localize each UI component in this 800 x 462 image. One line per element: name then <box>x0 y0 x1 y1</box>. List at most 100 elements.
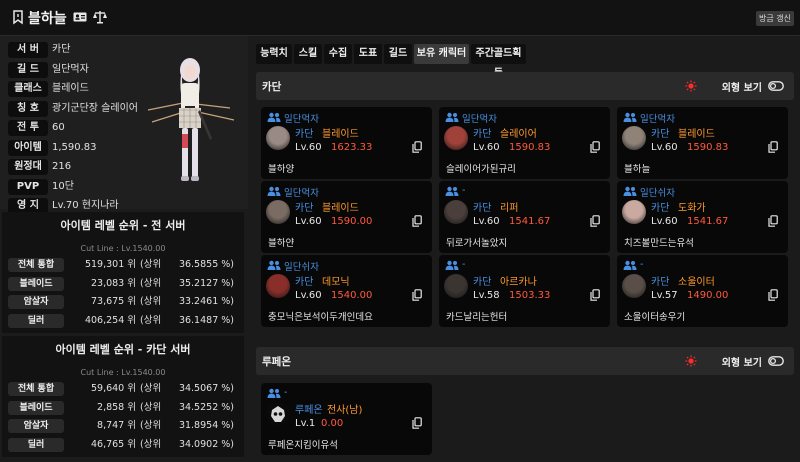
appearance-toggle-switch[interactable] <box>768 356 784 366</box>
appearance-toggle-label: 외형 보기 <box>721 83 762 94</box>
copy-icon[interactable] <box>412 141 422 153</box>
copy-icon[interactable] <box>768 141 778 153</box>
ranking-percentile: 34.0902 %) <box>178 438 234 450</box>
character-server: 카단 <box>295 129 314 140</box>
refresh-button[interactable]: 방금 갱신 <box>756 11 794 26</box>
tab-0[interactable]: 능력치 <box>256 44 292 64</box>
avatar <box>444 274 468 298</box>
ranking-top-label: (상위 <box>140 296 162 307</box>
guild-users-icon <box>623 260 637 270</box>
ranking-position: 406,254 위 <box>84 314 136 326</box>
ranking-category-label: 암살자 <box>8 419 64 433</box>
ranking-percentile: 36.1487 %) <box>178 314 234 326</box>
copy-icon[interactable] <box>768 289 778 301</box>
character-card[interactable]: 일단먹자 카단 슬레이어 Lv.60 1590.83 슬레이어가된규리 <box>439 107 610 179</box>
ranking-position: 59,640 위 <box>90 383 136 394</box>
guild-users-icon <box>267 388 281 398</box>
character-item-level: 1590.83 <box>509 142 551 153</box>
appearance-toggle-label: 외형 보기 <box>721 358 762 369</box>
guild-users-icon <box>445 186 459 196</box>
character-nickname: 슬레이어가된규리 <box>446 164 516 175</box>
appearance-toggle-switch[interactable] <box>768 81 784 91</box>
character-name: 블하늘 <box>28 11 67 27</box>
copy-icon[interactable] <box>768 215 778 227</box>
character-nickname: 카드날리는헌터 <box>446 312 508 323</box>
copy-icon[interactable] <box>590 289 600 301</box>
ranking-top-label: (상위 <box>140 277 162 289</box>
ranking-position: 46,765 위 <box>90 438 136 450</box>
guild-users-icon <box>267 186 281 196</box>
ranking-row: 암살자 8,747 위 (상위 31.8954 %) <box>8 419 242 433</box>
character-item-level: 1541.67 <box>687 216 729 227</box>
ranking-top-label: (상위 <box>140 383 162 394</box>
ranking-title: 아이템 레벨 순위 - 전 서버 <box>60 219 186 232</box>
character-nickname: 치즈볼만드는유석 <box>624 238 694 249</box>
guild-name: - <box>462 185 466 196</box>
character-nickname: 충모닉은보석이두개인데요 <box>268 312 373 323</box>
avatar <box>266 200 290 224</box>
ranking-row: 전체 통합 59,640 위 (상위 34.5067 %) <box>8 382 242 396</box>
ranking-title: 아이템 레벨 순위 - 카단 서버 <box>55 343 191 356</box>
character-level: Lv.1 <box>295 418 316 429</box>
ranking-position: 73,675 위 <box>90 296 136 307</box>
profile-label: 아이템 <box>8 139 48 156</box>
tab-5[interactable]: 보유 캐릭터 <box>414 44 469 64</box>
character-card[interactable]: 일단쉬자 카단 도화가 Lv.60 1541.67 치즈볼만드는유석 <box>617 181 788 253</box>
guild-name: 일단먹자 <box>284 114 319 125</box>
guild-name: 일단먹자 <box>284 188 319 199</box>
tab-3[interactable]: 도표 <box>354 44 382 64</box>
character-card[interactable]: - 카단 리퍼 Lv.60 1541.67 뒤로가서놀았지 <box>439 181 610 253</box>
character-card[interactable]: 일단먹자 카단 블레이드 Lv.60 1590.83 블하늘 <box>617 107 788 179</box>
copy-icon[interactable] <box>412 417 422 429</box>
character-class: 데모닉 <box>322 277 350 288</box>
ranking-row: 전체 통합 519,301 위 (상위 36.5855 %) <box>8 258 242 272</box>
guild-users-icon <box>267 112 281 122</box>
app-root: 블하늘 방금 갱신 서 버 카단 길 드 일단먹자 클래스 블레이드 칭 호 광기군단장 슬레… <box>0 0 800 462</box>
character-card[interactable]: - 카단 아르카나 Lv.58 1503.33 카드날리는헌터 <box>439 255 610 327</box>
character-server: 카단 <box>295 277 314 288</box>
copy-icon[interactable] <box>412 215 422 227</box>
character-card[interactable]: 일단먹자 카단 블레이드 Lv.60 1590.00 블하얀 <box>261 181 432 253</box>
character-server: 루페온 <box>295 405 323 416</box>
copy-icon[interactable] <box>590 141 600 153</box>
profile-value: 블레이드 <box>52 83 89 94</box>
profile-value: 216 <box>52 161 72 172</box>
profile-label: 서 버 <box>8 42 48 58</box>
character-card[interactable]: - 루페온 전사(남) Lv.1 0.00 루페온지킴이유석 <box>261 383 432 455</box>
balance-scale-icon[interactable] <box>92 9 108 25</box>
tab-1[interactable]: 스킬 <box>294 44 322 64</box>
character-class: 블레이드 <box>322 129 359 140</box>
tab-2[interactable]: 수집 <box>324 44 352 64</box>
copy-icon[interactable] <box>590 215 600 227</box>
guild-name: - <box>462 259 466 270</box>
guild-name: - <box>640 259 644 270</box>
ranking-row: 블레이드 2,858 위 (상위 34.5252 %) <box>8 400 242 415</box>
character-item-level: 1503.33 <box>509 290 551 301</box>
character-class: 블레이드 <box>678 129 715 140</box>
avatar <box>444 200 468 224</box>
sun-icon <box>685 355 697 367</box>
character-level: Lv.60 <box>651 216 678 227</box>
character-level: Lv.60 <box>473 216 500 227</box>
tab-4[interactable]: 길드 <box>384 44 412 64</box>
profile-label: 칭 호 <box>8 100 48 117</box>
server-section-header: 카단 외형 보기 <box>256 72 794 100</box>
ranking-row: 암살자 73,675 위 (상위 33.2461 %) <box>8 295 242 309</box>
guild-users-icon <box>623 112 637 122</box>
character-card[interactable]: - 카단 소울이터 Lv.57 1490.00 소울이터송우기 <box>617 255 788 327</box>
bookmark-icon[interactable] <box>10 9 26 25</box>
profile-value: 카단 <box>52 44 71 55</box>
character-card[interactable]: 일단쉬자 카단 데모닉 Lv.60 1540.00 충모닉은보석이두개인데요 <box>261 255 432 327</box>
character-card[interactable]: 일단먹자 카단 블레이드 Lv.60 1623.33 블하양 <box>261 107 432 179</box>
character-nickname: 뒤로가서놀았지 <box>446 238 508 249</box>
ranking-position: 23,083 위 <box>90 277 136 289</box>
ranking-top-label: (상위 <box>140 420 162 431</box>
ranking-row: 딜러 46,765 위 (상위 34.0902 %) <box>8 437 242 452</box>
character-item-level: 1590.00 <box>331 216 373 227</box>
avatar <box>622 126 646 150</box>
item-level-ranking-kadan-server: 아이템 레벨 순위 - 카단 서버 Cut Line : Lv.1540.00 … <box>2 336 244 457</box>
copy-icon[interactable] <box>412 289 422 301</box>
id-card-icon[interactable] <box>72 9 88 25</box>
tab-6[interactable]: 주간골드획득 <box>471 44 526 79</box>
profile-label: 클래스 <box>8 81 48 97</box>
